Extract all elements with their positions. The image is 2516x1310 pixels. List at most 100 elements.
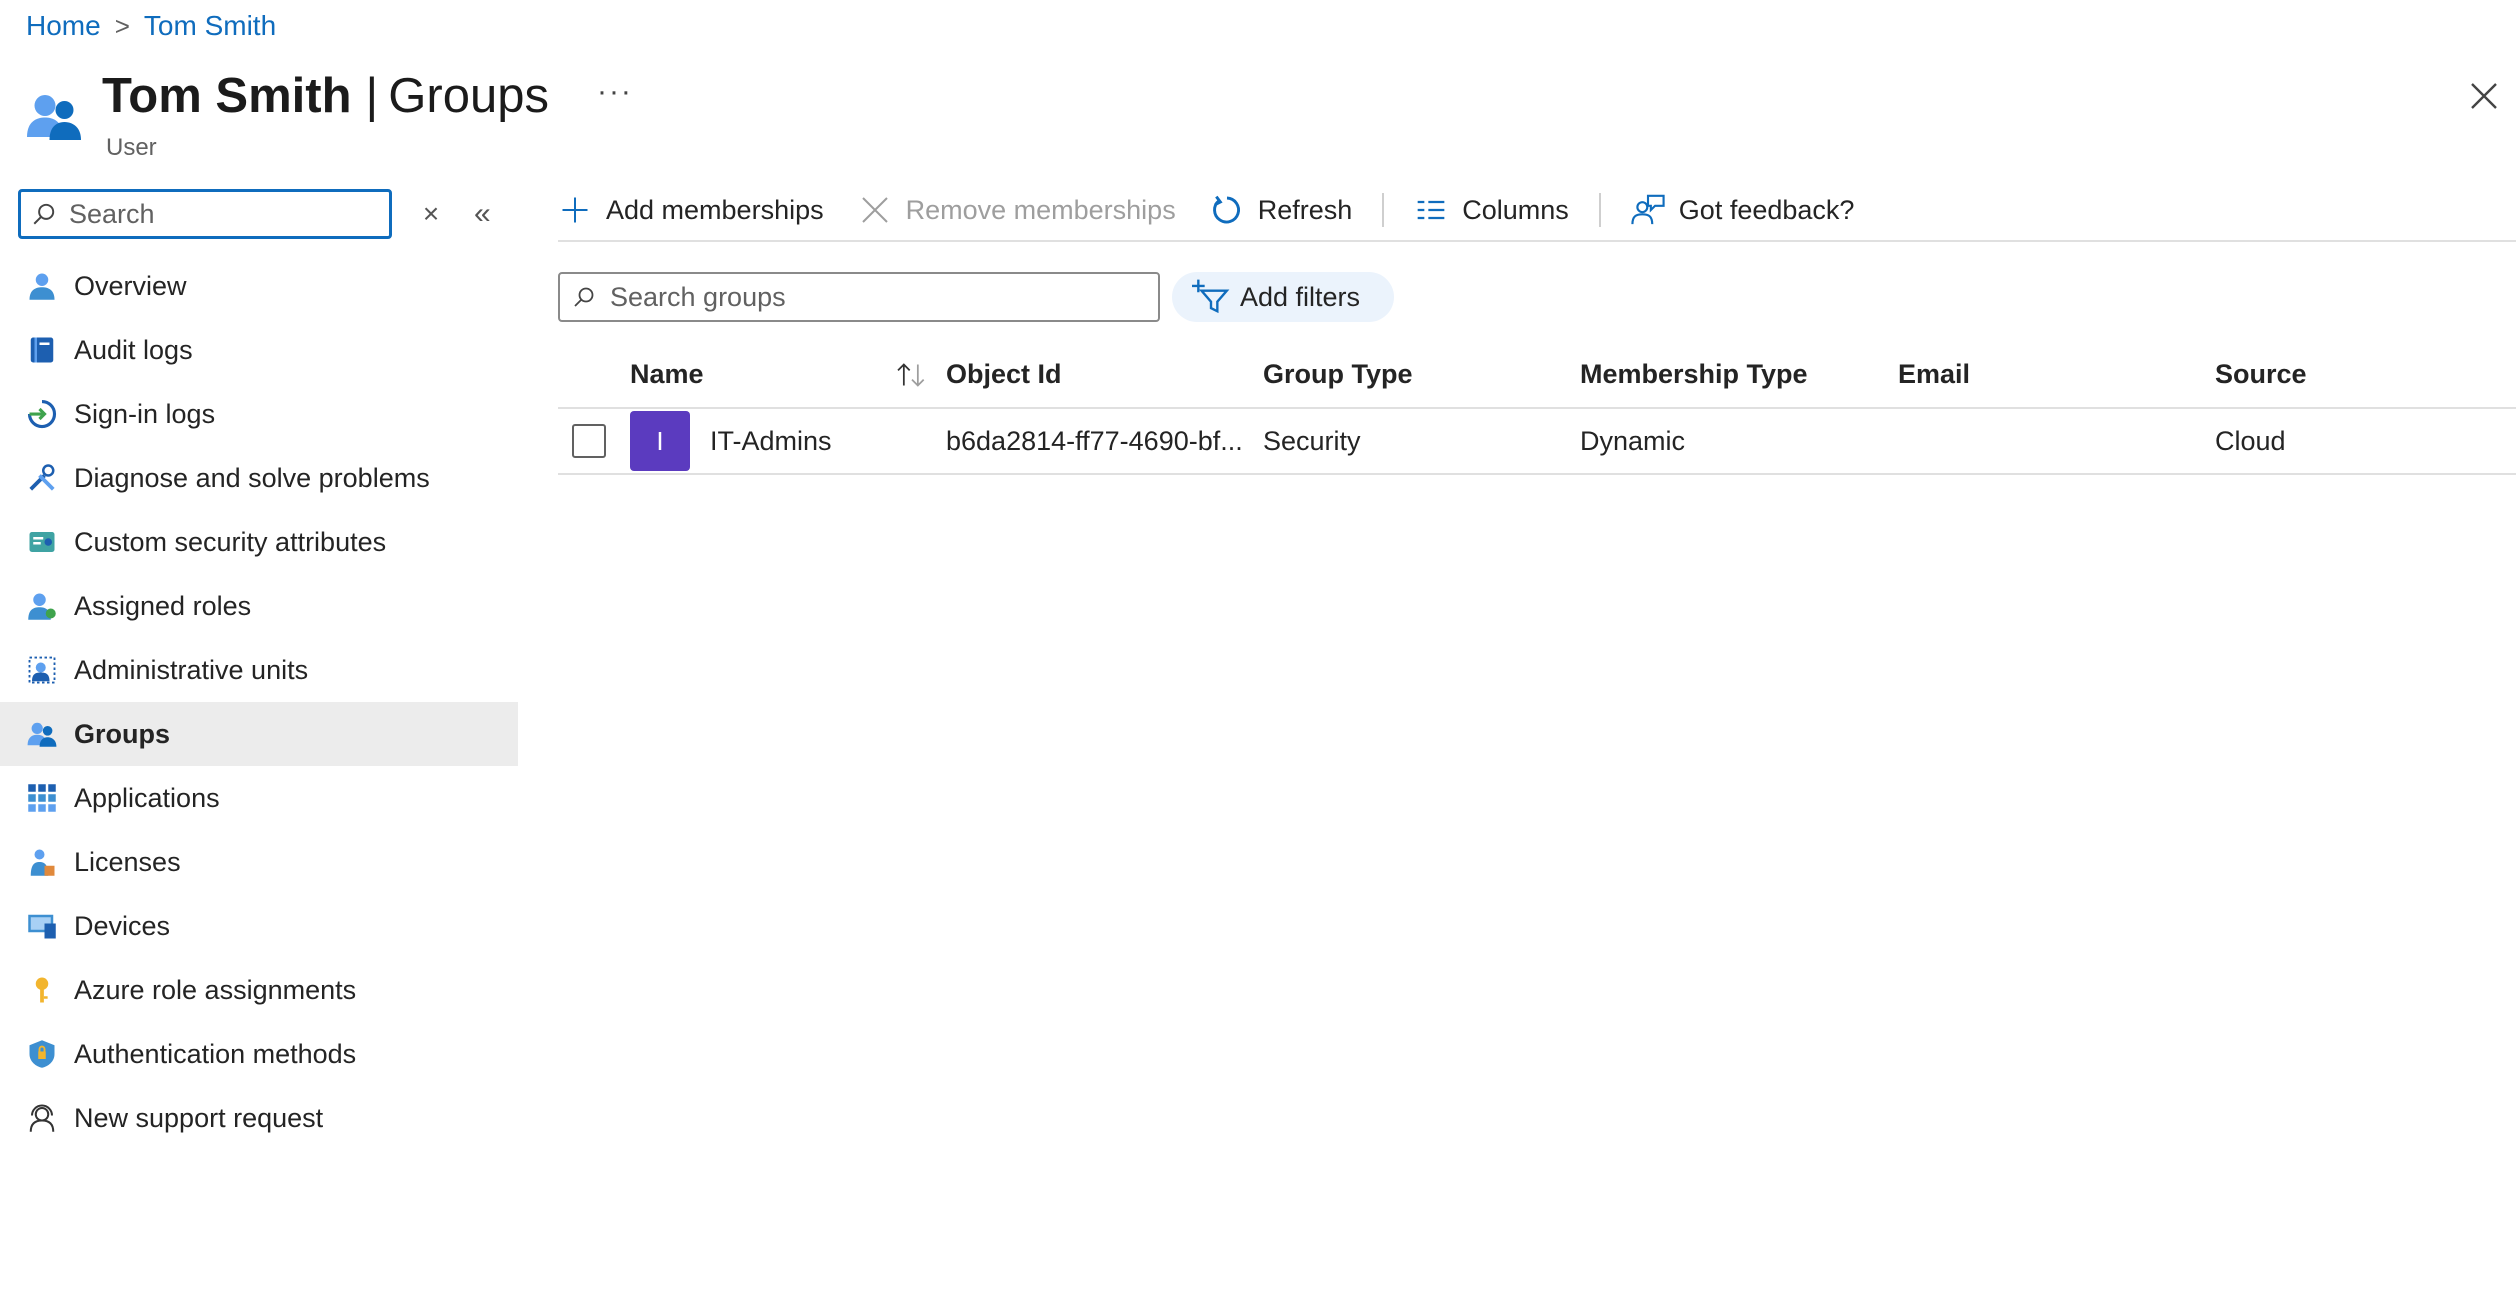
column-header-group-type[interactable]: Group Type <box>1263 342 1580 409</box>
sidebar-item-label: Overview <box>74 270 187 301</box>
column-header-object-id[interactable]: Object Id <box>946 342 1263 409</box>
sidebar-item-administrative-units[interactable]: Administrative units <box>0 638 518 702</box>
toolbar-divider <box>1382 193 1385 227</box>
groups-table: Name Object Id Group Type Membership Typ… <box>558 342 2516 475</box>
column-header-membership-type[interactable]: Membership Type <box>1580 342 1898 409</box>
add-filters-button[interactable]: Add filters <box>1172 272 1395 322</box>
sidebar-item-label: Diagnose and solve problems <box>74 462 430 493</box>
sidebar-item-label: Administrative units <box>74 654 309 685</box>
sidebar-item-label: Custom security attributes <box>74 526 387 557</box>
support-icon <box>26 1102 58 1134</box>
add-memberships-button[interactable]: Add memberships <box>558 193 824 227</box>
table-row[interactable]: I IT-Admins b6da2814-ff77-4690-bf... Sec… <box>558 408 2516 475</box>
filter-row: Add filters <box>558 272 2516 322</box>
search-groups-box[interactable] <box>558 272 1160 322</box>
groups-page: Home > Tom Smith Tom Smith | Groups ··· … <box>0 0 2516 1310</box>
refresh-icon <box>1210 193 1244 227</box>
groups-icon <box>27 95 81 140</box>
group-avatar: I <box>630 411 690 471</box>
remove-memberships-button[interactable]: Remove memberships <box>858 193 1176 227</box>
more-options-button[interactable]: ··· <box>597 75 633 109</box>
main-content: Add memberships Remove memberships Refre… <box>558 186 2516 475</box>
sidebar-item-authentication-methods[interactable]: Authentication methods <box>0 1022 518 1086</box>
breadcrumb-tom-smith[interactable]: Tom Smith <box>144 10 276 42</box>
license-icon <box>26 846 58 878</box>
column-header-name[interactable]: Name <box>630 342 946 409</box>
sidebar-item-licenses[interactable]: Licenses <box>0 830 518 894</box>
sidebar-item-azure-role-assignments[interactable]: Azure role assignments <box>0 958 518 1022</box>
collapse-sidebar-button[interactable]: « <box>474 197 491 231</box>
table-header-row: Name Object Id Group Type Membership Typ… <box>558 342 2516 409</box>
shield-icon <box>26 1038 58 1070</box>
filter-add-icon <box>1192 279 1230 314</box>
sort-icon[interactable] <box>894 361 930 389</box>
assigned-roles-icon <box>26 590 58 622</box>
column-name-label: Name <box>630 359 704 389</box>
sidebar-item-label: Assigned roles <box>74 590 252 621</box>
email-cell <box>1898 408 2215 475</box>
sidebar: × « Overview Audit logs Sign-in logs <box>0 186 518 1150</box>
sidebar-item-label: Groups <box>74 718 171 749</box>
breadcrumb-home[interactable]: Home <box>26 10 101 42</box>
x-icon <box>858 193 892 227</box>
sidebar-item-label: Applications <box>74 782 220 813</box>
row-checkbox[interactable] <box>572 424 606 458</box>
sidebar-item-devices[interactable]: Devices <box>0 894 518 958</box>
feedback-icon <box>1631 193 1665 227</box>
toolbar-divider <box>1598 193 1601 227</box>
sidebar-item-new-support-request[interactable]: New support request <box>0 1086 518 1150</box>
columns-icon <box>1414 193 1448 227</box>
breadcrumb: Home > Tom Smith <box>26 10 276 42</box>
feedback-label: Got feedback? <box>1678 194 1855 225</box>
sidebar-search-row: × « <box>0 186 518 242</box>
sidebar-item-label: Azure role assignments <box>74 974 357 1005</box>
user-icon <box>26 270 58 302</box>
sidebar-item-label: Sign-in logs <box>74 398 216 429</box>
group-type-cell: Security <box>1263 408 1580 475</box>
refresh-button[interactable]: Refresh <box>1210 193 1353 227</box>
search-icon <box>33 203 55 225</box>
search-groups-input[interactable] <box>608 280 1148 314</box>
close-icon[interactable] <box>2466 78 2502 114</box>
row-select-cell <box>558 408 630 475</box>
page-header: Tom Smith | Groups ··· User <box>24 68 633 162</box>
sidebar-item-diagnose[interactable]: Diagnose and solve problems <box>0 446 518 510</box>
sidebar-item-audit-logs[interactable]: Audit logs <box>0 318 518 382</box>
columns-button[interactable]: Columns <box>1414 193 1569 227</box>
plus-icon <box>558 193 592 227</box>
sidebar-search-box[interactable] <box>18 189 392 239</box>
sidebar-search-input[interactable] <box>67 197 367 231</box>
search-icon <box>574 287 594 307</box>
membership-type-cell: Dynamic <box>1580 408 1898 475</box>
sidebar-item-label: Licenses <box>74 846 181 877</box>
sidebar-item-label: Devices <box>74 910 171 941</box>
feedback-button[interactable]: Got feedback? <box>1631 193 1855 227</box>
sidebar-item-label: New support request <box>74 1102 324 1133</box>
groups-icon <box>26 718 58 750</box>
refresh-label: Refresh <box>1257 194 1353 225</box>
sidebar-item-applications[interactable]: Applications <box>0 766 518 830</box>
sidebar-item-sign-in-logs[interactable]: Sign-in logs <box>0 382 518 446</box>
object-id-cell: b6da2814-ff77-4690-bf... <box>946 408 1263 475</box>
admin-units-icon <box>26 654 58 686</box>
column-header-email[interactable]: Email <box>1898 342 2215 409</box>
sidebar-nav: Overview Audit logs Sign-in logs Diagnos… <box>0 254 518 1150</box>
sidebar-item-label: Audit logs <box>74 334 193 365</box>
tools-icon <box>26 462 58 494</box>
log-book-icon <box>26 334 58 366</box>
page-section-title: Groups <box>388 69 549 123</box>
sign-in-icon <box>26 398 58 430</box>
sidebar-item-assigned-roles[interactable]: Assigned roles <box>0 574 518 638</box>
add-filters-label: Add filters <box>1240 281 1361 312</box>
command-bar: Add memberships Remove memberships Refre… <box>558 186 2516 242</box>
breadcrumb-separator: > <box>114 10 130 41</box>
clear-search-button[interactable]: × <box>416 198 446 230</box>
page-subtitle: User <box>106 134 157 161</box>
column-header-source[interactable]: Source <box>2215 342 2516 409</box>
header-select-cell <box>558 342 630 409</box>
apps-grid-icon <box>26 782 58 814</box>
sidebar-item-groups[interactable]: Groups <box>0 702 518 766</box>
sidebar-item-custom-security-attributes[interactable]: Custom security attributes <box>0 510 518 574</box>
group-name-link[interactable]: IT-Admins <box>710 426 832 457</box>
sidebar-item-overview[interactable]: Overview <box>0 254 518 318</box>
